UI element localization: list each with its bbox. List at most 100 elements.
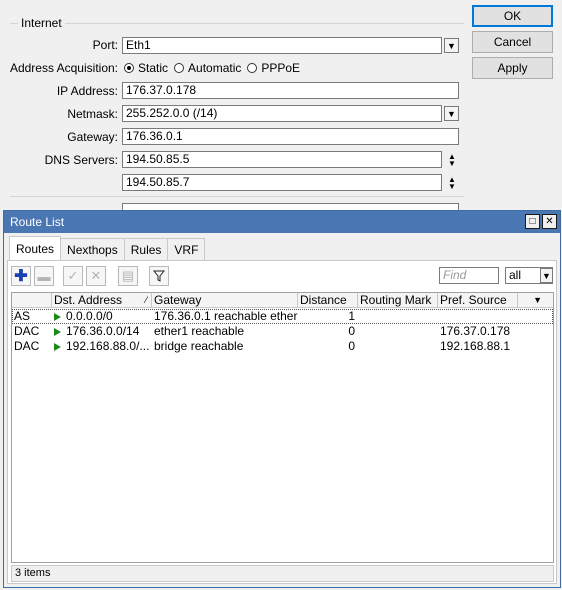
radio-static-label: Static <box>138 61 169 75</box>
radio-pppoe-label: PPPoE <box>261 61 301 75</box>
flag-icon <box>54 328 61 336</box>
radio-static[interactable]: Static <box>124 61 168 75</box>
x-icon: ✕ <box>90 268 102 283</box>
netmask-select[interactable]: 255.252.0.0 (/14) <box>122 105 442 122</box>
column-header-flags[interactable] <box>12 293 52 308</box>
maximize-button[interactable]: □ <box>525 214 540 229</box>
column-chooser[interactable]: ▼ <box>518 293 544 308</box>
gateway-input[interactable]: 176.36.0.1 <box>122 128 459 145</box>
sort-icon: ⁄ <box>145 295 147 305</box>
radio-unselected-icon <box>174 63 185 73</box>
route-dst-value: 176.36.0.0/14 <box>66 324 140 338</box>
ok-button[interactable]: OK <box>472 5 553 27</box>
route-pref-source: 192.168.88.1 <box>440 339 511 353</box>
routes-tab-panel: ✚ ▬ ✓ ✕ ▤ Find all ▼ Dst. Address ⁄ Gatew… <box>7 260 557 584</box>
close-icon: ✕ <box>545 216 554 227</box>
column-header-label: Dst. Address <box>54 293 123 307</box>
radio-automatic-label: Automatic <box>188 61 242 75</box>
route-dst: 0.0.0.0/0 <box>52 309 152 324</box>
updown-arrows-icon[interactable]: ▲ ▼ <box>446 152 458 167</box>
chevron-down-icon: ▼ <box>542 270 551 281</box>
chevron-down-icon: ▼ <box>447 108 456 119</box>
route-flags: DAC <box>14 339 40 353</box>
address-acquisition-label: Address Acquisition: <box>9 61 118 75</box>
dns-server-input[interactable]: 194.50.85.7 <box>122 174 442 191</box>
route-pref-source: 176.37.0.178 <box>440 324 511 338</box>
chevron-down-icon: ▼ <box>447 40 456 51</box>
group-separator <box>10 196 464 197</box>
column-header-pref-source[interactable]: Pref. Source <box>438 293 518 308</box>
dns-servers-label: DNS Servers: <box>44 153 118 167</box>
column-header-distance[interactable]: Distance <box>298 293 358 308</box>
route-flags: DAC <box>14 324 40 338</box>
port-label: Port: <box>92 38 118 52</box>
gateway-label: Gateway: <box>67 130 118 144</box>
dns-server-input[interactable]: 194.50.85.5 <box>122 151 442 168</box>
filter-select-value: all <box>509 268 522 282</box>
tab-vrf[interactable]: VRF <box>167 238 206 260</box>
route-gateway: 176.36.0.1 reachable ether1 <box>154 309 298 323</box>
disable-button[interactable]: ✕ <box>86 266 106 286</box>
table-row[interactable]: DAC 192.168.88.0/... bridge reachable 0 … <box>12 339 553 354</box>
port-select[interactable]: Eth1 <box>122 37 442 54</box>
table-row[interactable]: AS 0.0.0.0/0 176.36.0.1 reachable ether1… <box>12 309 553 324</box>
add-button[interactable]: ✚ <box>11 266 31 286</box>
route-dst-value: 192.168.88.0/... <box>66 339 150 353</box>
route-routing-mark <box>358 339 438 354</box>
port-dropdown-button[interactable]: ▼ <box>444 38 459 53</box>
window-title-bar[interactable]: Route List □ ✕ <box>4 211 560 233</box>
remove-button[interactable]: ▬ <box>34 266 54 286</box>
table-row[interactable]: DAC 176.36.0.0/14 ether1 reachable 0 176… <box>12 324 553 339</box>
plus-icon: ✚ <box>14 268 28 285</box>
route-routing-mark <box>358 309 438 324</box>
route-distance: 0 <box>348 339 355 353</box>
radio-unselected-icon <box>247 63 258 73</box>
route-flags: AS <box>14 309 31 323</box>
filter-button[interactable] <box>149 266 169 286</box>
status-bar: 3 items <box>11 565 554 582</box>
comment-icon: ▤ <box>121 268 135 283</box>
cancel-button[interactable]: Cancel <box>472 31 553 53</box>
netmask-dropdown-button[interactable]: ▼ <box>444 106 459 121</box>
flag-icon <box>54 343 61 351</box>
tab-rules[interactable]: Rules <box>123 238 169 260</box>
tab-routes[interactable]: Routes <box>9 236 62 260</box>
column-header-routing-mark[interactable]: Routing Mark <box>358 293 438 308</box>
flag-icon <box>54 313 61 321</box>
ip-address-label: IP Address: <box>56 84 118 98</box>
table-header: Dst. Address ⁄ Gateway Distance Routing M… <box>12 293 553 308</box>
route-dst: 176.36.0.0/14 <box>52 324 152 339</box>
chevron-down-icon: ▼ <box>533 295 542 305</box>
route-distance: 0 <box>348 324 355 338</box>
radio-automatic[interactable]: Automatic <box>174 61 241 75</box>
maximize-icon: □ <box>529 216 536 227</box>
route-list-window: Route List □ ✕ Routes Nexthops Rules VRF… <box>3 210 561 588</box>
group-separator <box>10 23 464 24</box>
netmask-label: Netmask: <box>67 107 118 121</box>
close-button[interactable]: ✕ <box>542 214 557 229</box>
window-title: Route List <box>10 215 65 229</box>
group-title: Internet <box>18 16 65 30</box>
route-dst: 192.168.88.0/... <box>52 339 152 354</box>
radio-selected-icon <box>124 63 134 73</box>
route-gateway: ether1 reachable <box>154 324 245 338</box>
comment-button[interactable]: ▤ <box>118 266 138 286</box>
check-icon: ✓ <box>67 268 79 283</box>
updown-arrows-icon[interactable]: ▲ ▼ <box>446 175 458 190</box>
route-pref-source <box>438 309 518 324</box>
column-header-gateway[interactable]: Gateway <box>152 293 298 308</box>
route-distance: 1 <box>348 309 355 323</box>
route-routing-mark <box>358 324 438 339</box>
column-header-dst-address[interactable]: Dst. Address ⁄ <box>52 293 152 308</box>
apply-button[interactable]: Apply <box>472 57 553 79</box>
enable-button[interactable]: ✓ <box>63 266 83 286</box>
filter-icon <box>153 270 165 282</box>
ip-address-input[interactable]: 176.37.0.178 <box>122 82 459 99</box>
filter-dropdown-button[interactable]: ▼ <box>540 268 553 283</box>
routes-table: Dst. Address ⁄ Gateway Distance Routing M… <box>11 292 554 563</box>
radio-pppoe[interactable]: PPPoE <box>247 61 300 75</box>
tab-nexthops[interactable]: Nexthops <box>60 238 125 260</box>
find-input[interactable]: Find <box>439 267 499 284</box>
minus-icon: ▬ <box>37 268 51 284</box>
route-gateway: bridge reachable <box>154 339 244 353</box>
